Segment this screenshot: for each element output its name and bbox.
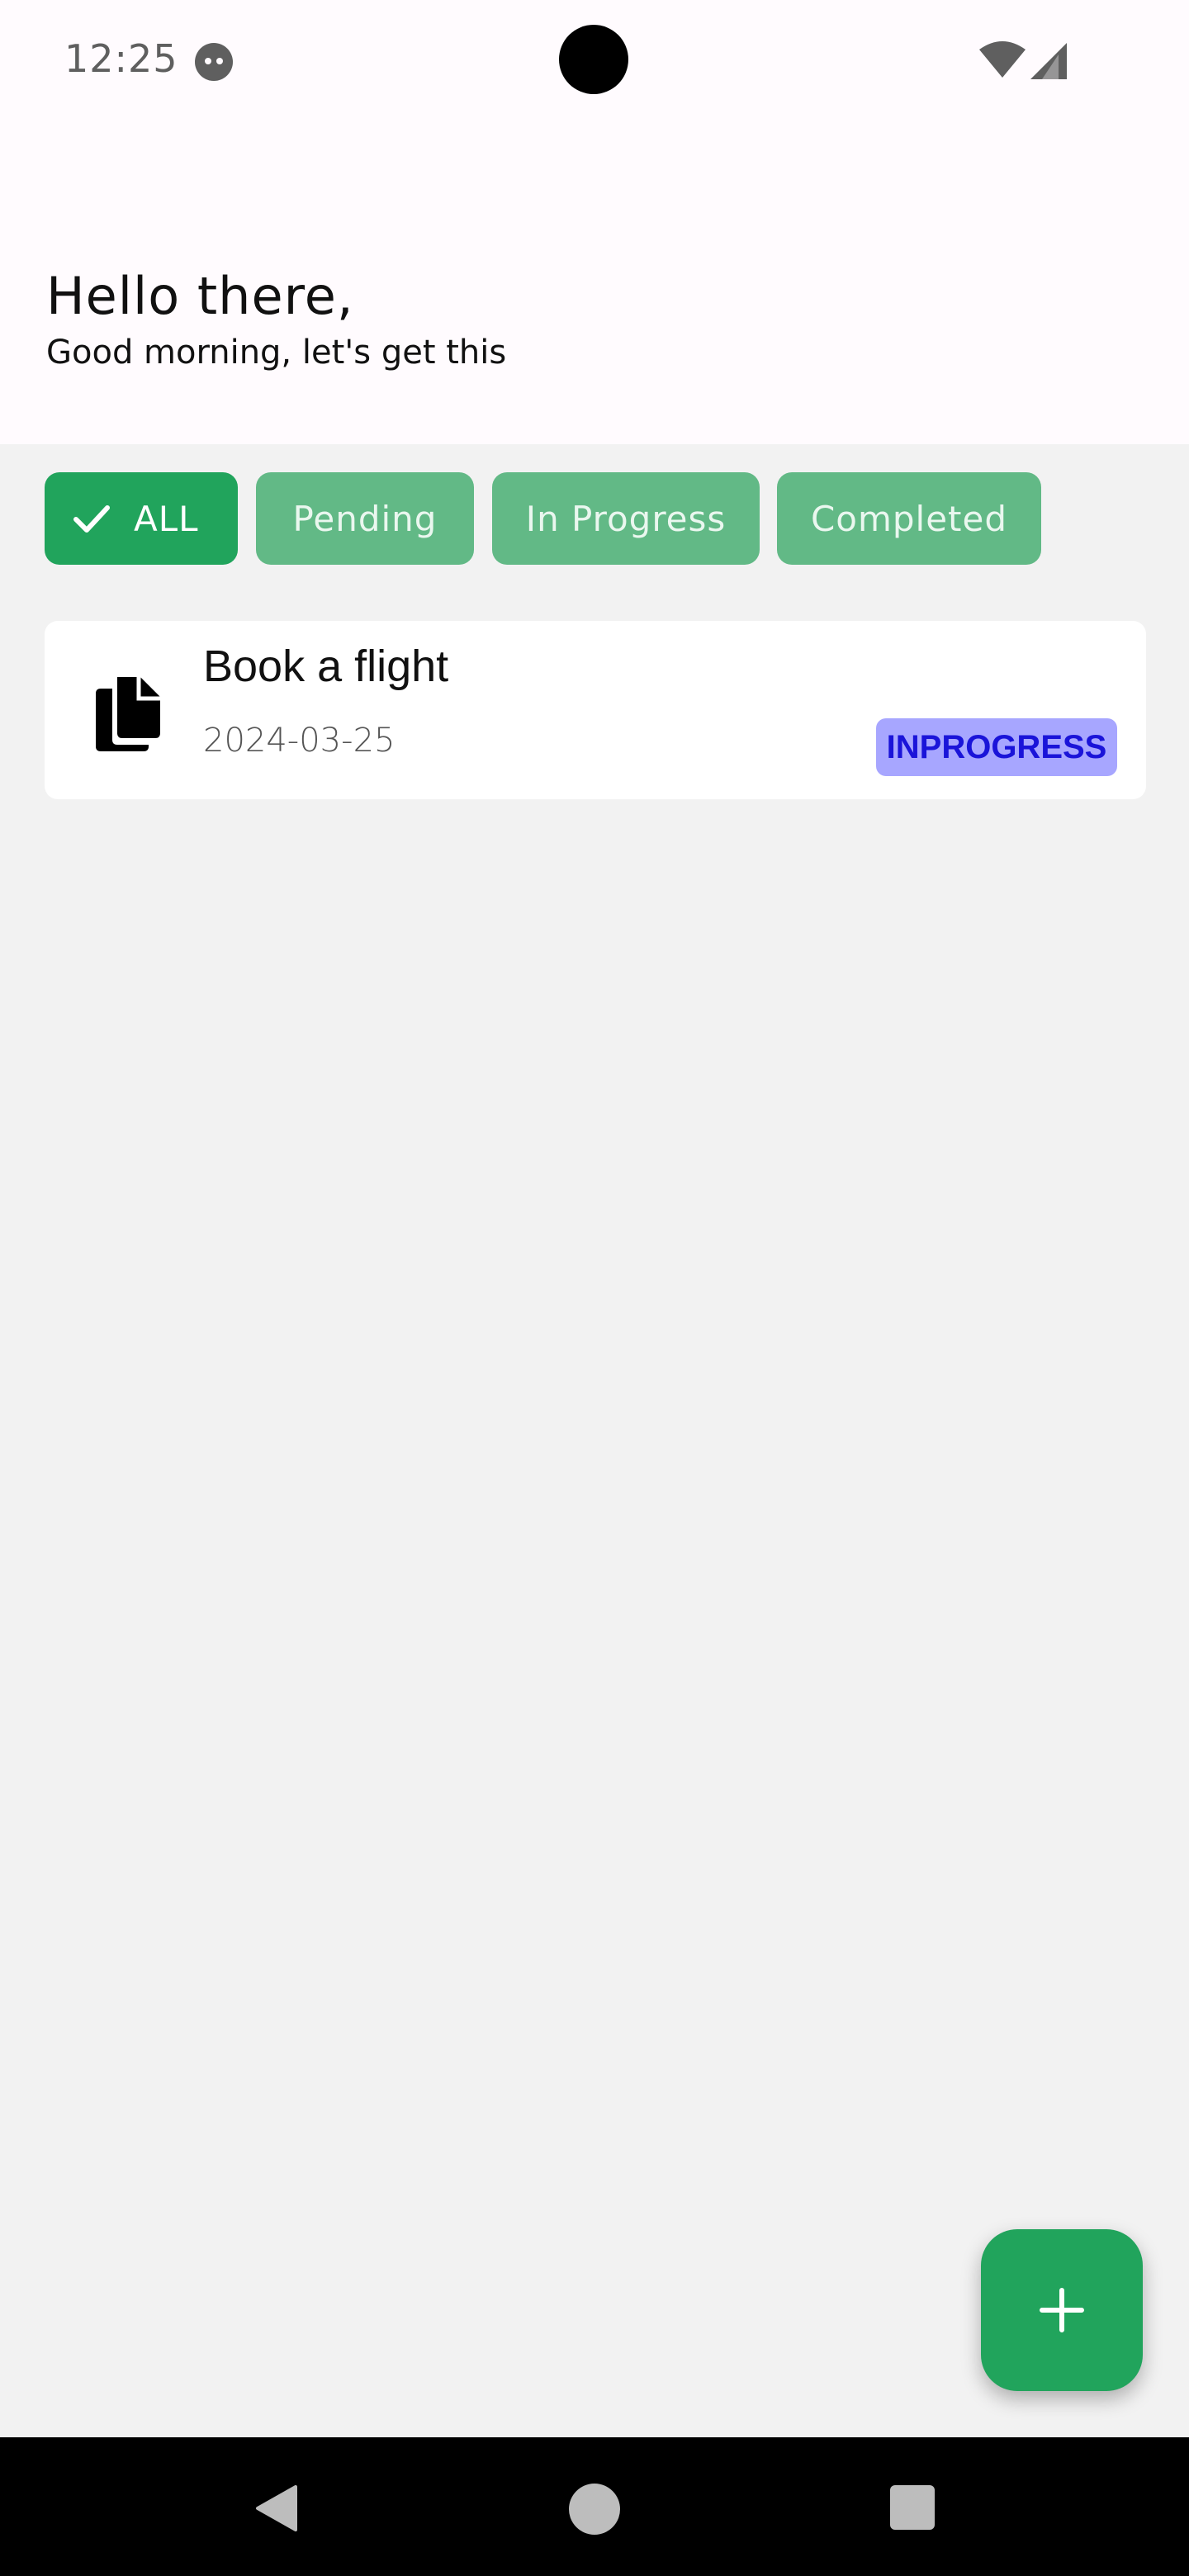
filter-chip-all[interactable]: ALL [45,472,238,565]
status-badge: INPROGRESS [876,718,1117,776]
filter-chip-label: Completed [810,498,1008,539]
plus-icon [1040,2288,1084,2332]
check-icon [73,505,110,533]
greeting-subtitle: Good morning, let's get this [46,334,507,372]
wifi-icon [979,41,1026,78]
task-card[interactable]: Book a flight 2024-03-25 INPROGRESS [45,621,1146,799]
greeting-title: Hello there, [46,266,354,326]
status-time: 12:25 [64,36,178,81]
filter-chip-pending[interactable]: Pending [256,472,474,565]
filter-chip-in-progress[interactable]: In Progress [492,472,760,565]
back-icon[interactable] [253,2484,299,2533]
filter-chip-label: ALL [134,498,199,539]
app-screen: 12:25 Hello there, Good morning, let's g… [0,0,1189,2576]
home-icon[interactable] [569,2484,620,2535]
filter-chip-label: Pending [292,498,438,539]
add-task-button[interactable] [981,2229,1143,2391]
header: 12:25 Hello there, Good morning, let's g… [0,0,1189,444]
navigation-bar [0,2437,1189,2576]
signal-icon [1030,43,1067,79]
filter-chip-completed[interactable]: Completed [777,472,1041,565]
documents-icon [96,677,160,751]
recents-icon[interactable] [890,2485,935,2530]
notification-app-icon [195,43,233,81]
camera-cutout [559,25,628,94]
filter-chip-label: In Progress [525,498,727,539]
task-title: Book a flight [203,642,449,691]
task-date: 2024-03-25 [203,722,396,760]
